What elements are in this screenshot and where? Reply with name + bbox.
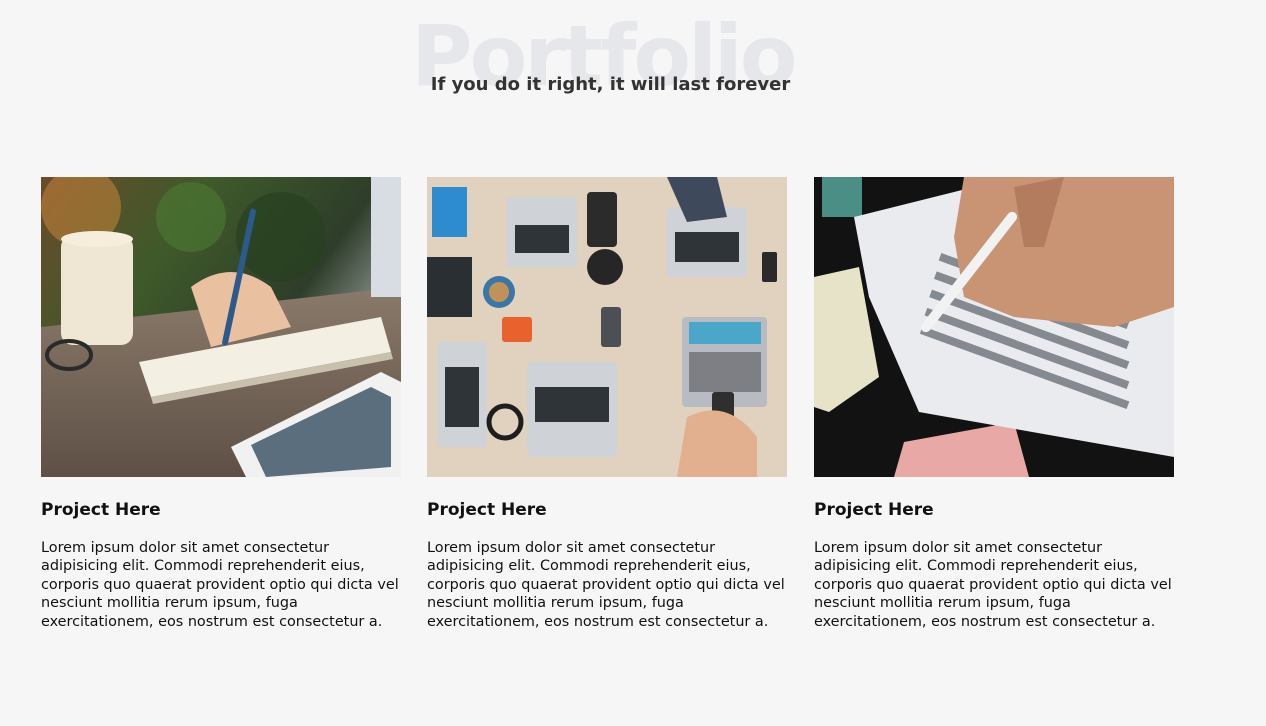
- project-description: Lorem ipsum dolor sit amet consectetur a…: [427, 540, 785, 630]
- project-card[interactable]: Project Here Lorem ipsum dolor sit amet …: [814, 177, 1180, 631]
- project-card[interactable]: Project Here Lorem ipsum dolor sit amet …: [41, 177, 407, 631]
- project-description: Lorem ipsum dolor sit amet consectetur a…: [41, 540, 399, 630]
- portfolio-subtitle: If you do it right, it will last forever: [430, 74, 791, 95]
- project-description: Lorem ipsum dolor sit amet consectetur a…: [814, 540, 1172, 630]
- answer-sheet-pencil-photo[interactable]: [814, 177, 1174, 477]
- team-laptops-desk-photo[interactable]: [427, 177, 787, 477]
- project-card[interactable]: Project Here Lorem ipsum dolor sit amet …: [427, 177, 793, 631]
- project-title[interactable]: Project Here: [427, 500, 793, 520]
- project-title[interactable]: Project Here: [41, 500, 407, 520]
- notebook-writing-photo[interactable]: [41, 177, 401, 477]
- portfolio-section: Portfolio If you do it right, it will la…: [0, 0, 1266, 726]
- project-title[interactable]: Project Here: [814, 500, 1180, 520]
